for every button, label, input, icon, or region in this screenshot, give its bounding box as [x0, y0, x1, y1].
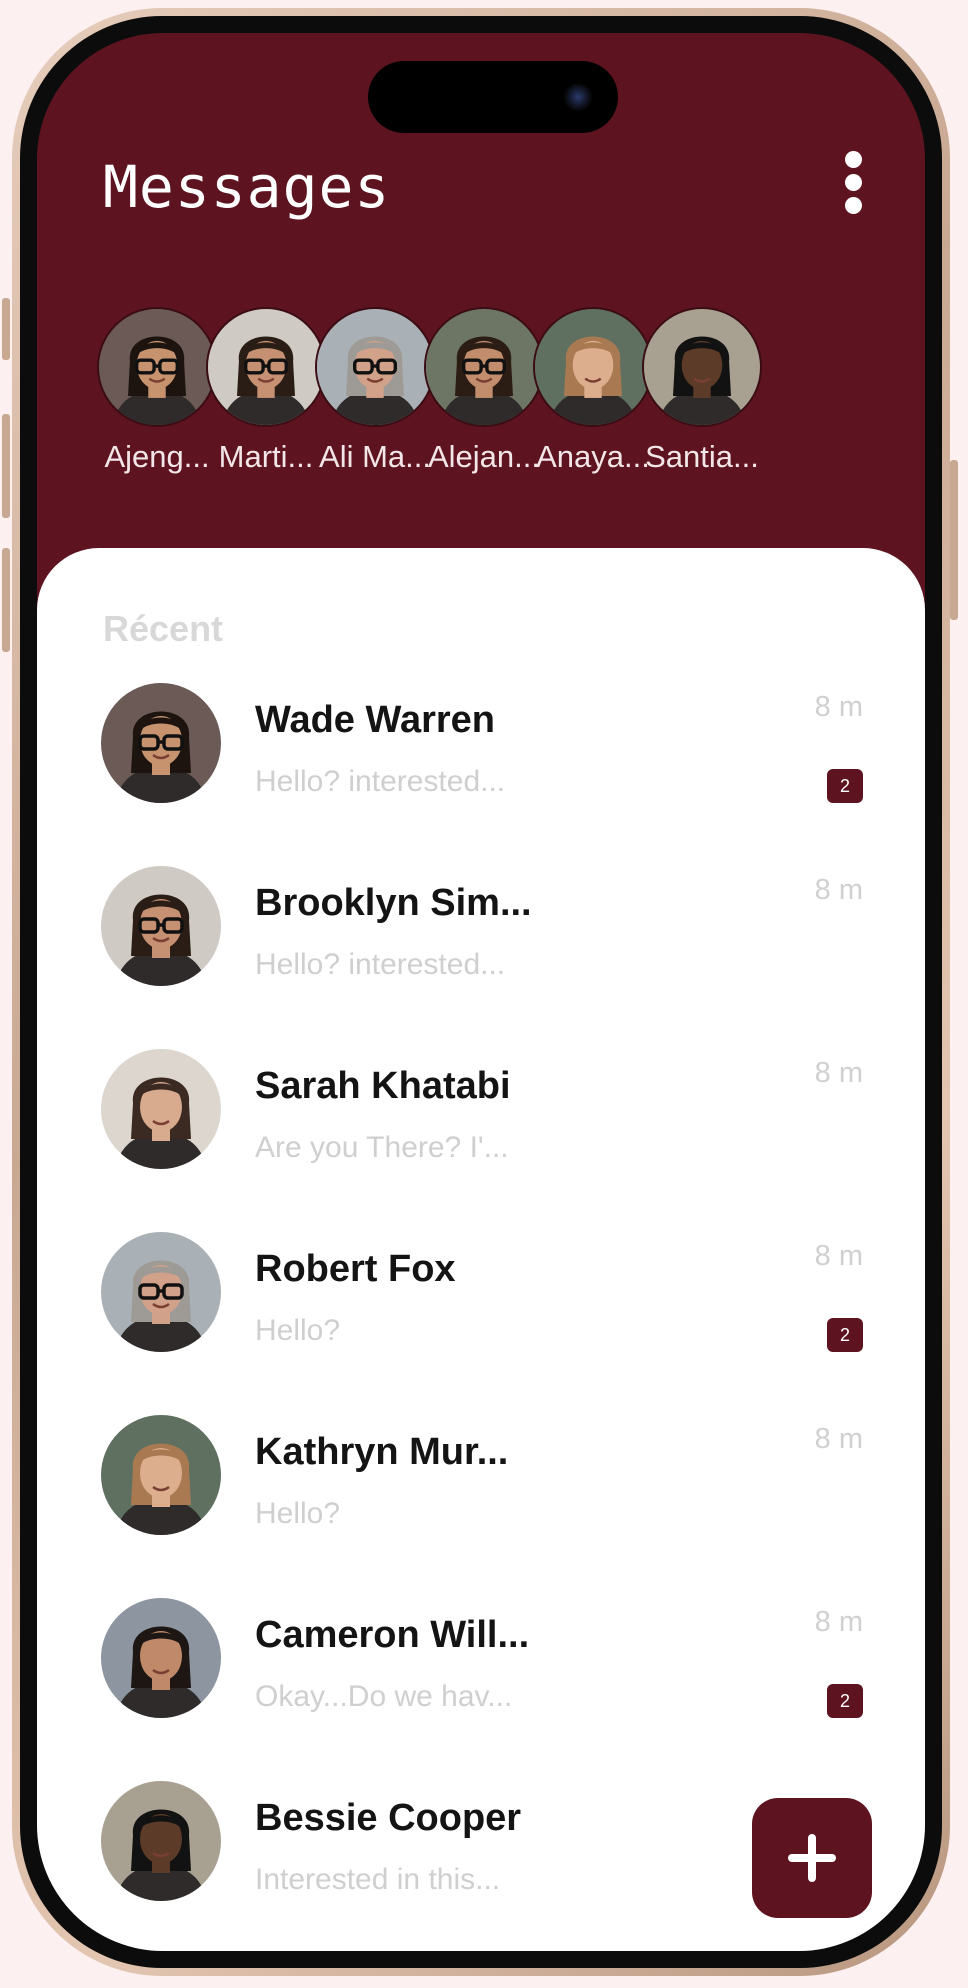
message-preview: Hello? — [255, 1497, 341, 1530]
story-avatar — [206, 307, 326, 427]
unread-badge: 2 — [827, 1318, 863, 1352]
chat-row[interactable]: Brooklyn Sim... Hello? interested... 8 m — [37, 866, 925, 1016]
message-time: 8 m — [814, 1240, 863, 1272]
message-preview: Interested in this... — [255, 1863, 501, 1896]
front-camera-icon — [564, 83, 592, 111]
contact-name: Bessie Cooper — [255, 1797, 522, 1839]
app-screen: Messages Ajeng... Marti... Ali Ma... Alejan… — [37, 33, 925, 1951]
avatar — [101, 1781, 221, 1901]
story-avatar — [424, 307, 544, 427]
chat-row[interactable]: Cameron Will... Okay...Do we hav... 8 m 2 — [37, 1598, 925, 1748]
section-title: Récent — [103, 608, 224, 649]
message-preview: Hello? interested... — [255, 948, 506, 981]
avatar — [101, 683, 221, 803]
message-preview: Hello? interested... — [255, 765, 506, 798]
chat-row[interactable]: Kathryn Mur... Hello? 8 m — [37, 1415, 925, 1565]
chat-row[interactable]: Wade Warren Hello? interested... 8 m 2 — [37, 683, 925, 833]
contact-name: Sarah Khatabi — [255, 1065, 511, 1107]
new-message-button[interactable] — [752, 1798, 872, 1918]
phone-frame: Messages Ajeng... Marti... Ali Ma... Alejan… — [12, 8, 950, 1976]
stories-row: Ajeng... Marti... Ali Ma... Alejan... Anaya.… — [97, 307, 925, 497]
message-preview: Are you There? I'... — [255, 1131, 509, 1164]
phone-bezel: Messages Ajeng... Marti... Ali Ma... Alejan… — [20, 16, 942, 1968]
contact-name: Brooklyn Sim... — [255, 882, 532, 924]
story-avatar — [315, 307, 435, 427]
avatar — [101, 1049, 221, 1169]
message-time: 8 m — [814, 1423, 863, 1455]
volume-down-button[interactable] — [2, 548, 10, 652]
contact-name: Kathryn Mur... — [255, 1431, 509, 1473]
avatar — [101, 1598, 221, 1718]
story-avatar — [533, 307, 653, 427]
message-time: 8 m — [814, 874, 863, 906]
message-time: 8 m — [814, 1606, 863, 1638]
contact-name: Cameron Will... — [255, 1614, 530, 1656]
dynamic-island — [368, 61, 618, 133]
avatar — [101, 1415, 221, 1535]
story-item[interactable]: Santia... — [638, 307, 766, 475]
chat-row[interactable]: Sarah Khatabi Are you There? I'... 8 m — [37, 1049, 925, 1199]
contact-name: Robert Fox — [255, 1248, 456, 1290]
recent-chats-sheet: Récent Wade Warren Hello? interested... 8 … — [37, 548, 925, 1951]
chat-row[interactable]: Robert Fox Hello? 8 m 2 — [37, 1232, 925, 1382]
action-button[interactable] — [2, 298, 10, 360]
message-preview: Hello? — [255, 1314, 341, 1347]
message-preview: Okay...Do we hav... — [255, 1680, 513, 1713]
avatar — [101, 866, 221, 986]
story-avatar — [97, 307, 217, 427]
more-vertical-icon[interactable] — [833, 151, 873, 215]
unread-badge: 2 — [827, 769, 863, 803]
message-time: 8 m — [814, 691, 863, 723]
page-title: Messages — [103, 153, 391, 221]
unread-badge: 2 — [827, 1684, 863, 1718]
avatar — [101, 1232, 221, 1352]
story-avatar — [642, 307, 762, 427]
contact-name: Wade Warren — [255, 699, 496, 741]
volume-up-button[interactable] — [2, 414, 10, 518]
message-time: 8 m — [814, 1057, 863, 1089]
story-name: Santia... — [645, 439, 759, 474]
power-button[interactable] — [950, 460, 958, 620]
